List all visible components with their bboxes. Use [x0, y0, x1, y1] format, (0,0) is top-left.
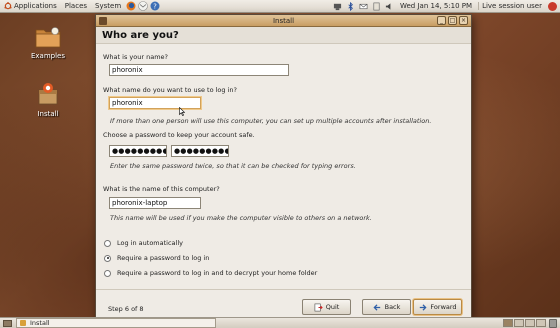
- top-panel: Applications Places System ? Wed Jan 14,…: [0, 0, 560, 13]
- computer-name-field[interactable]: phoronix-laptop: [109, 197, 201, 209]
- applications-menu-label: Applications: [14, 2, 57, 10]
- workspace-switcher-2[interactable]: [514, 319, 524, 327]
- page-title: Who are you?: [102, 30, 179, 41]
- clock[interactable]: Wed Jan 14, 5:10 PM: [396, 2, 476, 10]
- password-field[interactable]: ●●●●●●●●●: [109, 145, 167, 157]
- arrow-left-icon: [373, 303, 380, 311]
- radio-require-password-decrypt[interactable]: Require a password to log in and to decr…: [104, 269, 317, 277]
- desktop-icon-install[interactable]: Install: [28, 82, 68, 118]
- network-icon[interactable]: [333, 2, 342, 11]
- radio-label: Require a password to log in: [117, 254, 210, 262]
- arrow-right-icon: [420, 303, 427, 311]
- quit-button[interactable]: Quit: [302, 299, 351, 315]
- radio-button[interactable]: [104, 254, 111, 262]
- radio-label: Log in automatically: [117, 239, 183, 247]
- window-titlebar[interactable]: Install _ □ ×: [96, 15, 471, 27]
- places-menu[interactable]: Places: [61, 0, 91, 13]
- close-icon[interactable]: ×: [459, 16, 468, 25]
- install-window: Install _ □ × Who are you? What is your …: [95, 14, 472, 318]
- back-label: Back: [384, 303, 401, 311]
- forward-button[interactable]: Forward: [413, 299, 462, 315]
- places-menu-label: Places: [64, 2, 88, 10]
- forward-label: Forward: [430, 303, 457, 311]
- ubuntu-logo-icon: [4, 2, 12, 10]
- desktop-icon-label: Install: [37, 110, 59, 118]
- taskbar-label: Install: [30, 319, 50, 327]
- minimize-icon[interactable]: _: [437, 16, 446, 25]
- name-field[interactable]: phoronix: [109, 64, 289, 76]
- quit-icon: [314, 303, 323, 311]
- help-icon[interactable]: ?: [150, 1, 160, 11]
- radio-login-automatically[interactable]: Log in automatically: [104, 239, 183, 247]
- firefox-icon[interactable]: [126, 1, 136, 11]
- radio-label: Require a password to log in and to decr…: [117, 269, 318, 277]
- show-desktop-icon[interactable]: [3, 319, 12, 327]
- folder-icon: [35, 27, 61, 48]
- form-content: What is your name? phoronix What name do…: [96, 45, 471, 297]
- desktop-icon-label: Examples: [30, 52, 65, 60]
- login-label: What name do you want to use to log in?: [103, 86, 237, 94]
- name-label: What is your name?: [103, 53, 168, 61]
- update-icon[interactable]: [372, 2, 381, 11]
- mouse-cursor-icon: [179, 107, 185, 116]
- bottom-panel: Install: [0, 317, 560, 328]
- volume-icon[interactable]: [385, 2, 394, 11]
- desktop-icon-examples[interactable]: Examples: [28, 26, 68, 60]
- installer-icon: [20, 320, 26, 326]
- system-menu[interactable]: System: [91, 0, 125, 13]
- radio-button[interactable]: [104, 269, 111, 277]
- svg-text:?: ?: [153, 3, 157, 11]
- login-field[interactable]: phoronix: [109, 97, 201, 109]
- bluetooth-icon[interactable]: [346, 1, 355, 11]
- applications-menu[interactable]: Applications: [0, 0, 61, 13]
- heading-bar: Who are you?: [96, 27, 471, 44]
- login-hint: If more than one person will use this co…: [110, 117, 432, 125]
- system-menu-label: System: [95, 2, 122, 10]
- power-icon[interactable]: [548, 1, 557, 11]
- trash-icon[interactable]: [549, 318, 557, 328]
- user-menu[interactable]: Live session user: [478, 2, 545, 10]
- window-controls: _ □ ×: [437, 16, 468, 25]
- back-button[interactable]: Back: [362, 299, 411, 315]
- workspace-switcher-4[interactable]: [536, 319, 546, 327]
- computer-name-hint: This name will be used if you make the c…: [110, 214, 372, 222]
- step-indicator: Step 6 of 8: [108, 305, 144, 313]
- taskbar-button-install[interactable]: Install: [16, 318, 216, 328]
- radio-require-password[interactable]: Require a password to log in: [104, 254, 209, 262]
- footer-separator: [96, 289, 471, 290]
- workspace-switcher-3[interactable]: [525, 319, 535, 327]
- mail-icon[interactable]: [138, 1, 148, 11]
- radio-button[interactable]: [104, 239, 111, 247]
- computer-name-label: What is the name of this computer?: [103, 185, 220, 193]
- maximize-icon[interactable]: □: [448, 16, 457, 25]
- password-hint: Enter the same password twice, so that i…: [110, 162, 356, 170]
- window-title: Install: [272, 16, 295, 25]
- password-label: Choose a password to keep your account s…: [103, 131, 255, 139]
- workspace-switcher-1[interactable]: [503, 319, 513, 327]
- quit-label: Quit: [325, 303, 340, 311]
- password-confirm-field[interactable]: ●●●●●●●●●: [171, 145, 229, 157]
- installer-icon: [38, 83, 58, 105]
- mail-notify-icon[interactable]: [359, 2, 368, 11]
